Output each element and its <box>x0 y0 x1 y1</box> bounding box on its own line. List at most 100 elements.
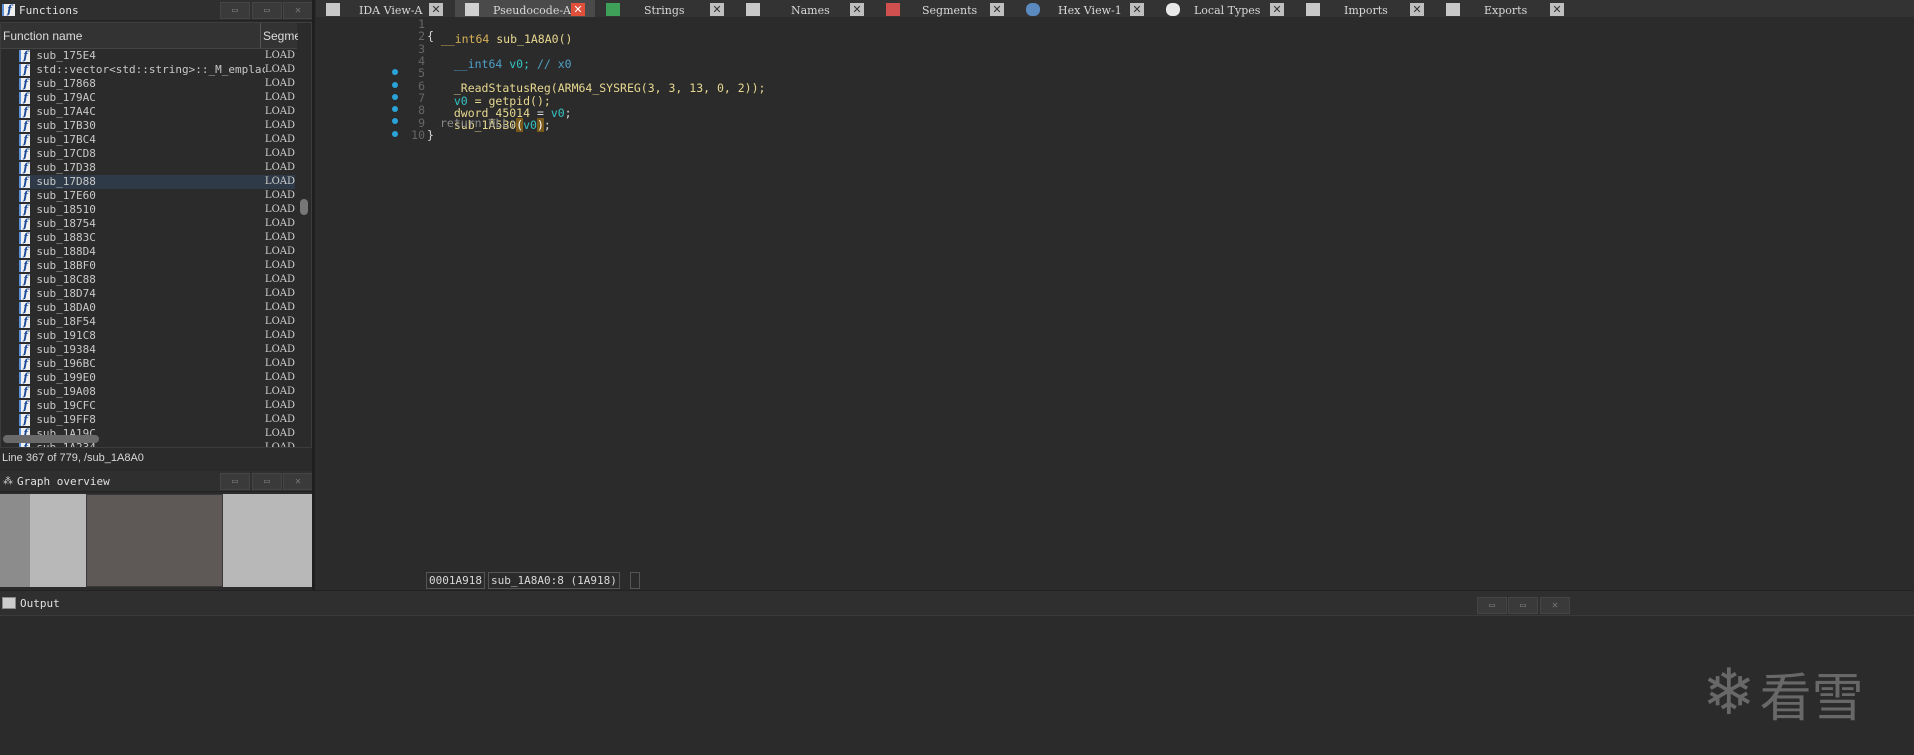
panel-float-button[interactable]: ▭ <box>220 2 250 19</box>
function-name: sub_17E60 <box>36 189 96 202</box>
graph-overview-title: Graph overview <box>17 474 110 488</box>
function-icon: f <box>19 50 31 62</box>
breakpoint-dot[interactable] <box>392 82 398 88</box>
output-float-button[interactable]: ▭ <box>1477 597 1507 614</box>
function-name: sub_18C88 <box>36 273 96 286</box>
output-restore-button[interactable]: ▭ <box>1508 597 1538 614</box>
tab-close-icon[interactable]: ✕ <box>1410 3 1424 16</box>
disassembly-icon <box>326 3 340 16</box>
tab-close-icon[interactable]: ✕ <box>850 3 864 16</box>
function-row[interactable]: f sub_18F54 LOAD <box>19 315 295 329</box>
horizontal-scrollbar-thumb[interactable] <box>3 435 99 443</box>
function-row[interactable]: f sub_199E0 LOAD <box>19 371 295 385</box>
function-row[interactable]: f sub_1883C LOAD <box>19 231 295 245</box>
horizontal-scrollbar[interactable] <box>1 434 297 444</box>
function-row[interactable]: f sub_18754 LOAD <box>19 217 295 231</box>
function-row[interactable]: f sub_17BC4 LOAD <box>19 133 295 147</box>
function-row[interactable]: f sub_17D88 LOAD <box>19 175 295 189</box>
function-segment: LOAD <box>264 274 295 285</box>
functions-status-line: Line 367 of 779, /sub_1A8A0 <box>2 452 144 464</box>
functions-panel-title: Functions <box>19 3 79 17</box>
function-segment: LOAD <box>264 92 295 103</box>
function-row[interactable]: f sub_17E60 LOAD <box>19 189 295 203</box>
tab-close-icon[interactable]: ✕ <box>571 3 585 16</box>
tab-close-icon[interactable]: ✕ <box>429 3 443 16</box>
function-icon: f <box>19 64 31 76</box>
status-address: 0001A918 <box>426 572 485 589</box>
function-segment: LOAD <box>264 344 295 355</box>
tab-close-icon[interactable]: ✕ <box>1130 3 1144 16</box>
function-segment: LOAD <box>264 204 295 215</box>
tab-close-icon[interactable]: ✕ <box>1550 3 1564 16</box>
function-row[interactable]: f sub_17868 LOAD <box>19 77 295 91</box>
function-row[interactable]: f sub_188D4 LOAD <box>19 245 295 259</box>
code-line-10[interactable]: } <box>427 128 434 143</box>
panel-close-button[interactable]: ✕ <box>283 2 313 19</box>
code-status-bar: 0001A918 sub_1A8A0:8 (1A918) <box>316 570 1914 590</box>
function-icon: f <box>19 134 31 146</box>
tab-bar: IDA View-A ✕ Pseudocode-A ✕ Strings ✕ Na… <box>316 0 1914 20</box>
function-row[interactable]: f sub_196BC LOAD <box>19 357 295 371</box>
function-name: sub_17CD8 <box>36 147 96 160</box>
function-row[interactable]: f sub_18DA0 LOAD <box>19 301 295 315</box>
function-row[interactable]: f sub_18D74 LOAD <box>19 287 295 301</box>
function-row[interactable]: f sub_19CFC LOAD <box>19 399 295 413</box>
panel-restore-button[interactable]: ▭ <box>252 2 282 19</box>
function-row[interactable]: f sub_19A08 LOAD <box>19 385 295 399</box>
function-row[interactable]: f sub_18C88 LOAD <box>19 273 295 287</box>
function-segment: LOAD <box>264 386 295 397</box>
function-row[interactable]: f sub_18BF0 LOAD <box>19 259 295 273</box>
graph-close-button[interactable]: ✕ <box>283 473 313 490</box>
vertical-scrollbar-thumb[interactable] <box>300 199 308 215</box>
graph-overview-canvas[interactable] <box>0 494 312 587</box>
function-icon: f <box>19 400 31 412</box>
function-row[interactable]: f sub_191C8 LOAD <box>19 329 295 343</box>
code-line-3[interactable]: __int64 v0; // x0 <box>440 42 572 71</box>
function-name: sub_17A4C <box>36 105 96 118</box>
function-segment: LOAD <box>264 316 295 327</box>
function-row[interactable]: f sub_19384 LOAD <box>19 343 295 357</box>
output-title: Output <box>20 596 60 610</box>
function-name: sub_19FF8 <box>36 413 96 426</box>
function-row[interactable]: f std::vector<std::string>::_M_emplace_ba… <box>19 63 295 77</box>
function-row[interactable]: f sub_19FF8 LOAD <box>19 413 295 427</box>
function-row[interactable]: f sub_179AC LOAD <box>19 91 295 105</box>
function-name: sub_17BC4 <box>36 133 96 146</box>
functions-list-header: Function name Segme <box>1 23 301 49</box>
function-icon: f <box>19 288 31 300</box>
column-header-segment[interactable]: Segme <box>263 29 301 43</box>
tab-close-icon[interactable]: ✕ <box>1270 3 1284 16</box>
code-line-2[interactable]: { <box>427 29 434 44</box>
breakpoint-dot[interactable] <box>392 94 398 100</box>
output-close-button[interactable]: ✕ <box>1540 597 1570 614</box>
graph-restore-button[interactable]: ▭ <box>252 473 282 490</box>
code-line-1[interactable]: __int64 sub_1A8A0() <box>427 17 573 46</box>
function-name: sub_17D38 <box>36 161 96 174</box>
function-row[interactable]: f sub_17B30 LOAD <box>19 119 295 133</box>
function-row[interactable]: f sub_17D38 LOAD <box>19 161 295 175</box>
graph-overview-viewport[interactable] <box>86 494 223 587</box>
output-icon <box>2 597 16 609</box>
graph-float-button[interactable]: ▭ <box>220 473 250 490</box>
tab-close-icon[interactable]: ✕ <box>710 3 724 16</box>
function-segment: LOAD <box>264 176 295 187</box>
breakpoint-dot[interactable] <box>392 131 398 137</box>
function-row[interactable]: f sub_17CD8 LOAD <box>19 147 295 161</box>
breakpoint-dot[interactable] <box>392 106 398 112</box>
vertical-splitter[interactable] <box>312 0 315 590</box>
tab-close-icon[interactable]: ✕ <box>990 3 1004 16</box>
column-header-function-name[interactable]: Function name <box>3 29 82 43</box>
function-segment: LOAD <box>264 358 295 369</box>
function-row[interactable]: f sub_17A4C LOAD <box>19 105 295 119</box>
column-divider[interactable] <box>260 23 261 48</box>
function-icon: f <box>19 176 31 188</box>
function-icon: f <box>2 4 15 16</box>
code-line-9[interactable]: return 0LL; <box>440 116 516 131</box>
breakpoint-dot[interactable] <box>392 69 398 75</box>
function-row[interactable]: f sub_175E4 LOAD <box>19 49 295 63</box>
function-name: sub_18DA0 <box>36 301 96 314</box>
function-row[interactable]: f sub_18510 LOAD <box>19 203 295 217</box>
vertical-scrollbar[interactable] <box>298 23 310 447</box>
breakpoint-dot[interactable] <box>392 118 398 124</box>
function-name: sub_191C8 <box>36 329 96 342</box>
